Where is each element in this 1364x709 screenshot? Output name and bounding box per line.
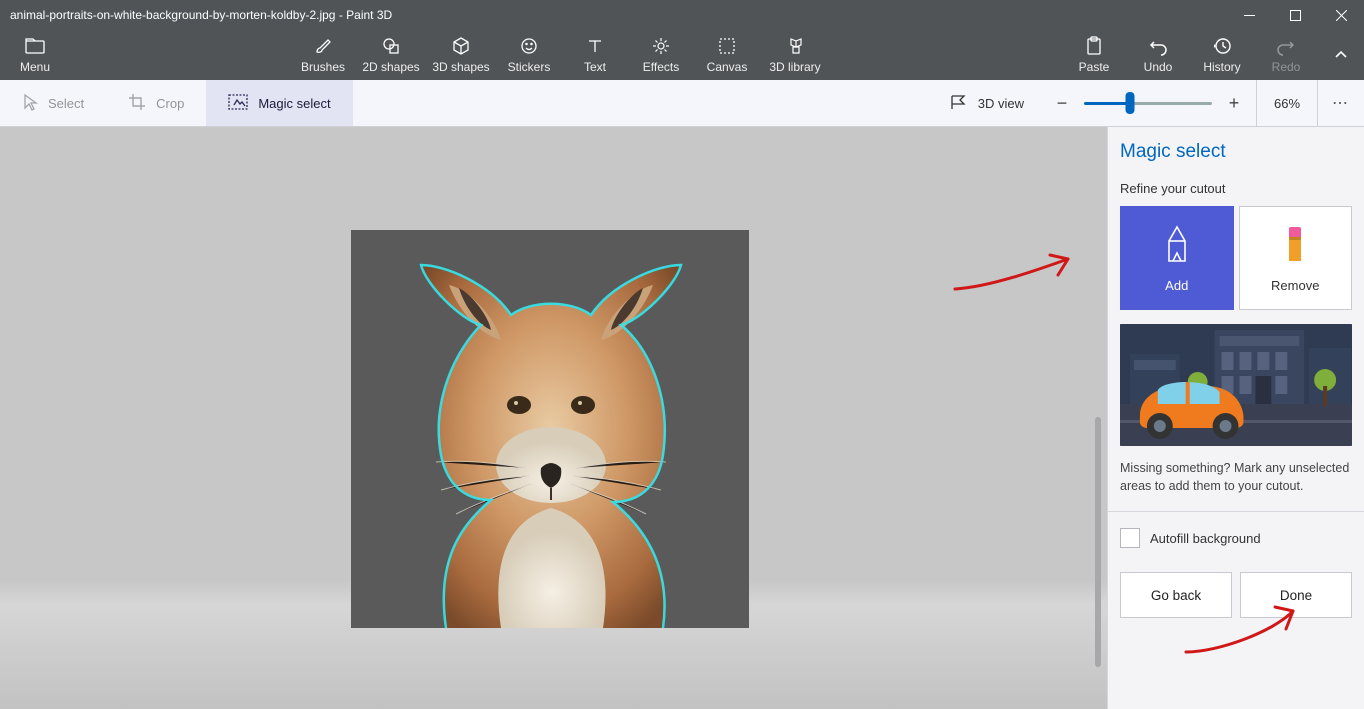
- zoom-in-button[interactable]: +: [1212, 80, 1256, 127]
- tool-canvas[interactable]: Canvas: [694, 30, 760, 80]
- history-button[interactable]: History: [1190, 30, 1254, 80]
- tool-label: Redo: [1272, 60, 1301, 74]
- undo-icon: [1148, 36, 1168, 56]
- options-bar: Select Crop Magic select 3D view − + 66%…: [0, 80, 1364, 127]
- canvas-image[interactable]: [351, 230, 749, 628]
- tool-label: Stickers: [508, 60, 551, 74]
- menu-label: Menu: [20, 60, 50, 74]
- brush-icon: [313, 36, 333, 56]
- paste-button[interactable]: Paste: [1062, 30, 1126, 80]
- tool-3d-shapes[interactable]: 3D shapes: [426, 30, 496, 80]
- divider: [1108, 511, 1364, 512]
- tool-label: Brushes: [301, 60, 345, 74]
- tool-brushes[interactable]: Brushes: [290, 30, 356, 80]
- redo-icon: [1276, 36, 1296, 56]
- tool-2d-shapes[interactable]: 2D shapes: [356, 30, 426, 80]
- window-title: animal-portraits-on-white-background-by-…: [10, 8, 392, 22]
- done-button[interactable]: Done: [1240, 572, 1352, 618]
- fox-selection: [351, 230, 749, 628]
- 3d-view-toggle[interactable]: 3D view: [934, 80, 1040, 126]
- annotation-arrow-top: [950, 247, 1090, 307]
- card-label: Add: [1165, 278, 1188, 293]
- tool-label: Undo: [1144, 60, 1173, 74]
- autofill-checkbox-row[interactable]: Autofill background: [1120, 528, 1352, 548]
- ribbon-tools: Brushes 2D shapes 3D shapes Stickers Tex…: [290, 30, 830, 80]
- crop-tool[interactable]: Crop: [106, 80, 206, 126]
- maximize-button[interactable]: [1272, 0, 1318, 30]
- redo-button[interactable]: Redo: [1254, 30, 1318, 80]
- opt-label: Select: [48, 96, 84, 111]
- expand-ribbon-button[interactable]: [1318, 30, 1364, 80]
- more-options-button[interactable]: ⋯: [1318, 80, 1364, 126]
- pencil-add-icon: [1161, 223, 1193, 268]
- add-tool-card[interactable]: Add: [1120, 206, 1234, 310]
- tool-label: Effects: [643, 60, 679, 74]
- close-button[interactable]: [1318, 0, 1364, 30]
- canvas-icon: [717, 36, 737, 56]
- go-back-button[interactable]: Go back: [1120, 572, 1232, 618]
- tool-3d-library[interactable]: 3D library: [760, 30, 830, 80]
- checkbox-label: Autofill background: [1150, 531, 1261, 546]
- opt-label: 3D view: [978, 96, 1024, 111]
- minimize-button[interactable]: [1226, 0, 1272, 30]
- tool-label: History: [1203, 60, 1240, 74]
- opt-label: Magic select: [258, 96, 330, 111]
- tool-label: Text: [584, 60, 606, 74]
- tool-label: 2D shapes: [362, 60, 419, 74]
- remove-tool-card[interactable]: Remove: [1239, 206, 1353, 310]
- card-label: Remove: [1271, 278, 1319, 293]
- zoom-percent[interactable]: 66%: [1256, 80, 1318, 126]
- cursor-icon: [22, 93, 38, 114]
- magic-select-tool[interactable]: Magic select: [206, 80, 352, 126]
- sticker-icon: [519, 36, 539, 56]
- paste-icon: [1084, 36, 1104, 56]
- library-icon: [785, 36, 805, 56]
- menu-button[interactable]: Menu: [0, 30, 70, 80]
- title-bar: animal-portraits-on-white-background-by-…: [0, 0, 1364, 30]
- sidebar-panel: Magic select Refine your cutout Add: [1107, 127, 1364, 709]
- zoom-out-button[interactable]: −: [1040, 80, 1084, 127]
- opt-label: Crop: [156, 96, 184, 111]
- undo-button[interactable]: Undo: [1126, 30, 1190, 80]
- tool-label: 3D library: [769, 60, 820, 74]
- tool-label: Paste: [1079, 60, 1110, 74]
- sidebar-subhead: Refine your cutout: [1120, 181, 1352, 196]
- ribbon: Menu Brushes 2D shapes 3D shapes Sticker…: [0, 30, 1364, 80]
- tool-effects[interactable]: Effects: [628, 30, 694, 80]
- select-tool[interactable]: Select: [0, 80, 106, 126]
- shape2d-icon: [381, 36, 401, 56]
- folder-icon: [25, 36, 45, 56]
- text-icon: [585, 36, 605, 56]
- tool-stickers[interactable]: Stickers: [496, 30, 562, 80]
- flag-icon: [950, 94, 968, 113]
- sidebar-help-text: Missing something? Mark any unselected a…: [1120, 460, 1352, 495]
- zoom-controls: − +: [1040, 80, 1256, 126]
- effects-icon: [651, 36, 671, 56]
- tool-text[interactable]: Text: [562, 30, 628, 80]
- preview-illustration: [1120, 324, 1352, 446]
- eraser-icon: [1282, 223, 1308, 268]
- canvas-area[interactable]: [0, 127, 1107, 709]
- shape3d-icon: [451, 36, 471, 56]
- crop-icon: [128, 93, 146, 114]
- tool-label: 3D shapes: [432, 60, 489, 74]
- tool-label: Canvas: [707, 60, 748, 74]
- checkbox[interactable]: [1120, 528, 1140, 548]
- canvas-scrollbar[interactable]: [1095, 417, 1101, 667]
- sidebar-title: Magic select: [1120, 141, 1352, 163]
- ribbon-right: Paste Undo History Redo: [1062, 30, 1364, 80]
- history-icon: [1212, 36, 1232, 56]
- zoom-slider[interactable]: [1084, 80, 1212, 127]
- magic-select-icon: [228, 94, 248, 113]
